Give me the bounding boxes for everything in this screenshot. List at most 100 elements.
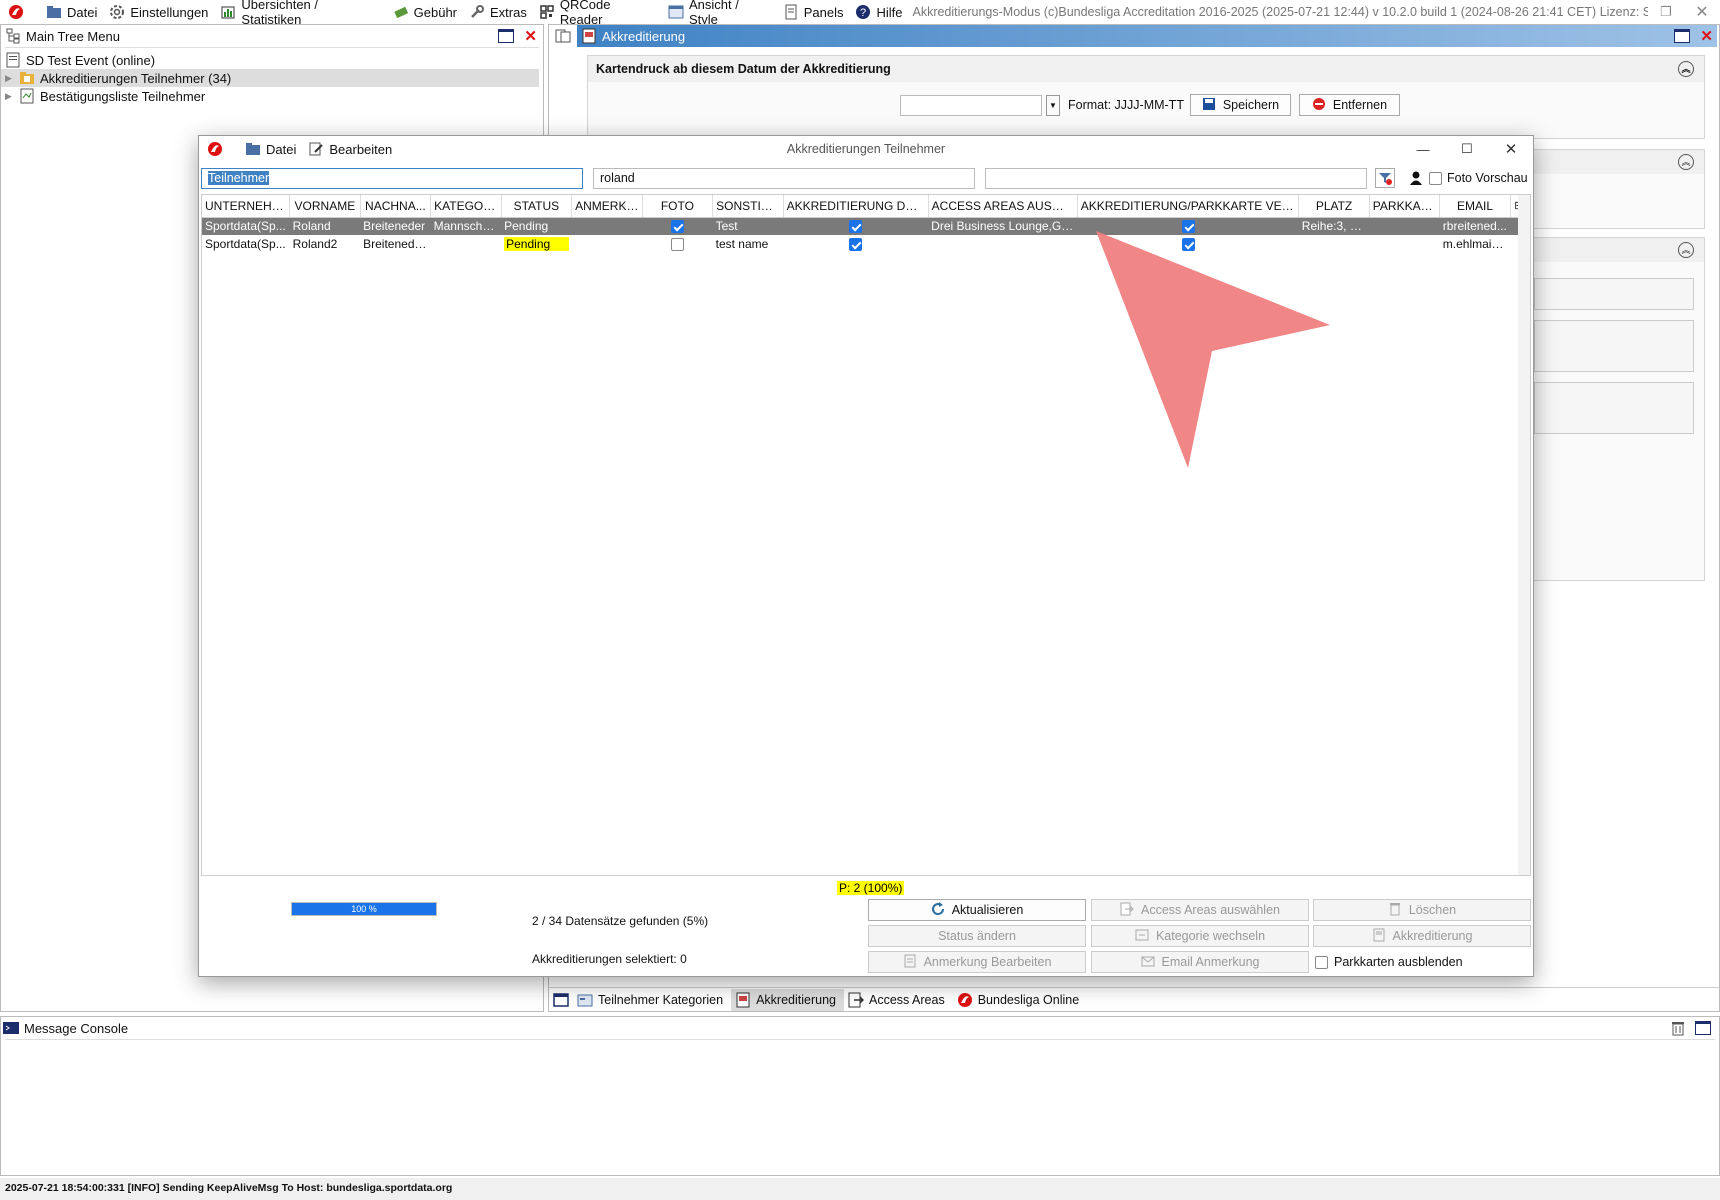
view-icon [668, 4, 684, 20]
column-header[interactable]: ACCESS AREAS AUSWÄH... [928, 195, 1078, 218]
menu-datei[interactable]: Datei [40, 0, 103, 24]
menu-panels[interactable]: Panels [777, 0, 850, 24]
change-status-button[interactable]: Status ändern [868, 925, 1086, 947]
main-tree-title: Main Tree Menu [26, 28, 120, 44]
column-header[interactable]: STATUS [501, 195, 573, 218]
accreditation-button[interactable]: Akkreditierung [1313, 925, 1531, 947]
foto-preview-checkbox[interactable] [1429, 171, 1442, 185]
statistics-icon [220, 4, 236, 20]
tree-item-confirmation-list[interactable]: ▶ Bestätigungsliste Teilnehmer [1, 87, 543, 105]
tab-accreditation[interactable]: Akkreditierung [731, 988, 844, 1011]
maximize-panel-icon[interactable] [498, 29, 515, 43]
collapse-icon[interactable]: ︽ [1678, 242, 1694, 258]
tree-item-accreditations[interactable]: ▶ Akkreditierungen Teilnehmer (34) [1, 69, 539, 87]
foto-checkbox[interactable] [670, 220, 684, 234]
qrcode-icon [539, 4, 555, 20]
selected-count-text: Akkreditierungen selektiert: 0 [532, 952, 687, 966]
dialog-menu-bearbeiten[interactable]: Bearbeiten [302, 137, 398, 161]
column-header[interactable]: VORNAME [289, 195, 361, 218]
list-icon [19, 88, 35, 104]
print-date-section: Kartendruck ab diesem Datum der Akkredit… [587, 55, 1705, 139]
restore-window-button[interactable]: ❐ [1648, 0, 1684, 24]
dialog-title: Akkreditierungen Teilnehmer [786, 142, 946, 156]
tree-item-event[interactable]: SD Test Event (online) [1, 51, 543, 69]
print-date-input[interactable] [900, 94, 1042, 116]
tab-participant-categories[interactable]: Teilnehmer Kategorien [573, 989, 731, 1011]
table-scrollbar[interactable] [1518, 195, 1530, 875]
date-dropdown-icon[interactable]: ▼ [1046, 94, 1060, 116]
menu-uebersichten[interactable]: Übersichten / Statistiken [214, 0, 386, 27]
date-format-label: Format: JJJJ-MM-TT [1068, 98, 1184, 112]
category-icon [1135, 928, 1151, 944]
hide-parking-checkbox[interactable] [1315, 955, 1328, 969]
maximize-panel-icon[interactable] [1695, 1021, 1711, 1035]
trash-icon [1388, 902, 1404, 918]
change-category-button[interactable]: Kategorie wechseln [1091, 925, 1309, 947]
column-header[interactable]: UNTERNEHM... [202, 195, 291, 218]
menu-qrcode[interactable]: QRCode Reader [533, 0, 662, 27]
console-title: Message Console [24, 1020, 129, 1036]
expand-arrow-icon[interactable]: ▶ [5, 73, 19, 84]
close-panel-icon[interactable]: ✕ [524, 27, 537, 45]
svg-text:?: ? [860, 7, 866, 19]
edit-note-button[interactable]: Anmerkung Bearbeiten [868, 951, 1086, 973]
delete-button[interactable]: Löschen [1313, 899, 1531, 921]
panel-switch-icon[interactable] [555, 28, 571, 44]
column-header[interactable]: PARKKARTE [1369, 195, 1441, 218]
hide-parking-option[interactable]: Parkkarten ausblenden [1315, 951, 1463, 973]
remove-icon [1312, 97, 1328, 113]
tab-access-areas[interactable]: Access Areas [844, 989, 953, 1011]
menu-extras[interactable]: Extras [463, 0, 533, 24]
menu-einstellungen[interactable]: Einstellungen [103, 0, 214, 24]
menu-bar: Datei Einstellungen Übersichten / Statis… [0, 0, 1720, 27]
expand-arrow-icon[interactable]: ▶ [5, 91, 19, 102]
page-info: P: 2 (100%) [837, 881, 905, 895]
accreditation-header: Akkreditierung ✕ [577, 25, 1717, 47]
save-icon [1202, 97, 1218, 113]
dialog-menu-datei[interactable]: Datei [239, 137, 302, 161]
filter-field-3[interactable] [985, 167, 1367, 189]
print-checkbox[interactable] [849, 220, 863, 234]
column-header[interactable]: PLATZ [1298, 195, 1370, 218]
save-button[interactable]: Speichern [1189, 94, 1291, 116]
close-panel-icon[interactable]: ✕ [1700, 27, 1713, 45]
accreditation-title: Akkreditierung [602, 28, 686, 44]
column-header[interactable]: KATEGORIE [430, 195, 502, 218]
person-icon [1408, 170, 1424, 186]
maximize-panel-icon[interactable] [1674, 29, 1691, 43]
foto-checkbox[interactable] [670, 238, 684, 252]
filter-field-2[interactable]: roland [593, 167, 975, 189]
filter-field-1[interactable]: Teilnehmer [201, 167, 583, 189]
note-icon [903, 954, 919, 970]
menu-gebuehr[interactable]: Gebühr [387, 0, 463, 24]
window-icon[interactable] [553, 992, 569, 1008]
menu-hilfe[interactable]: ? Hilfe [849, 0, 908, 24]
collapse-icon[interactable]: ︽ [1678, 154, 1694, 170]
wrench-icon [469, 4, 485, 20]
email-note-button[interactable]: Email Anmerkung [1091, 951, 1309, 973]
column-header[interactable]: EMAIL [1439, 195, 1511, 218]
filter-clear-icon[interactable] [1375, 168, 1395, 188]
column-header[interactable]: ANMERKU... [571, 195, 643, 218]
message-console: Message Console [0, 1016, 1720, 1176]
minimize-dialog-button[interactable]: — [1401, 137, 1445, 161]
close-dialog-button[interactable]: ✕ [1489, 137, 1533, 161]
categories-icon [577, 992, 593, 1008]
column-header[interactable]: AKKREDITIERUNG/PARKKARTE VERSCH... [1077, 195, 1300, 218]
close-window-button[interactable]: ✕ [1684, 0, 1720, 24]
maximize-dialog-button[interactable]: ☐ [1445, 137, 1489, 161]
status-bar: 2025-07-21 18:54:00:331 [INFO] Sending K… [0, 1178, 1720, 1200]
tab-bundesliga-online[interactable]: Bundesliga Online [953, 989, 1087, 1011]
remove-button[interactable]: Entfernen [1298, 94, 1400, 116]
collapse-icon[interactable]: ︽ [1678, 61, 1694, 77]
menu-ansicht[interactable]: Ansicht / Style [662, 0, 777, 27]
print-checkbox[interactable] [849, 238, 863, 252]
access-areas-button[interactable]: Access Areas auswählen [1091, 899, 1309, 921]
progress-label: 100 % [351, 904, 377, 914]
column-header[interactable]: AKKREDITIERUNG DRUC... [783, 195, 929, 218]
trash-icon[interactable] [1670, 1020, 1686, 1036]
column-header[interactable]: NACHNA... [360, 195, 432, 218]
column-header[interactable]: FOTO [642, 195, 714, 218]
column-header[interactable]: SONSTIGES [712, 195, 784, 218]
refresh-button[interactable]: Aktualisieren [868, 899, 1086, 921]
